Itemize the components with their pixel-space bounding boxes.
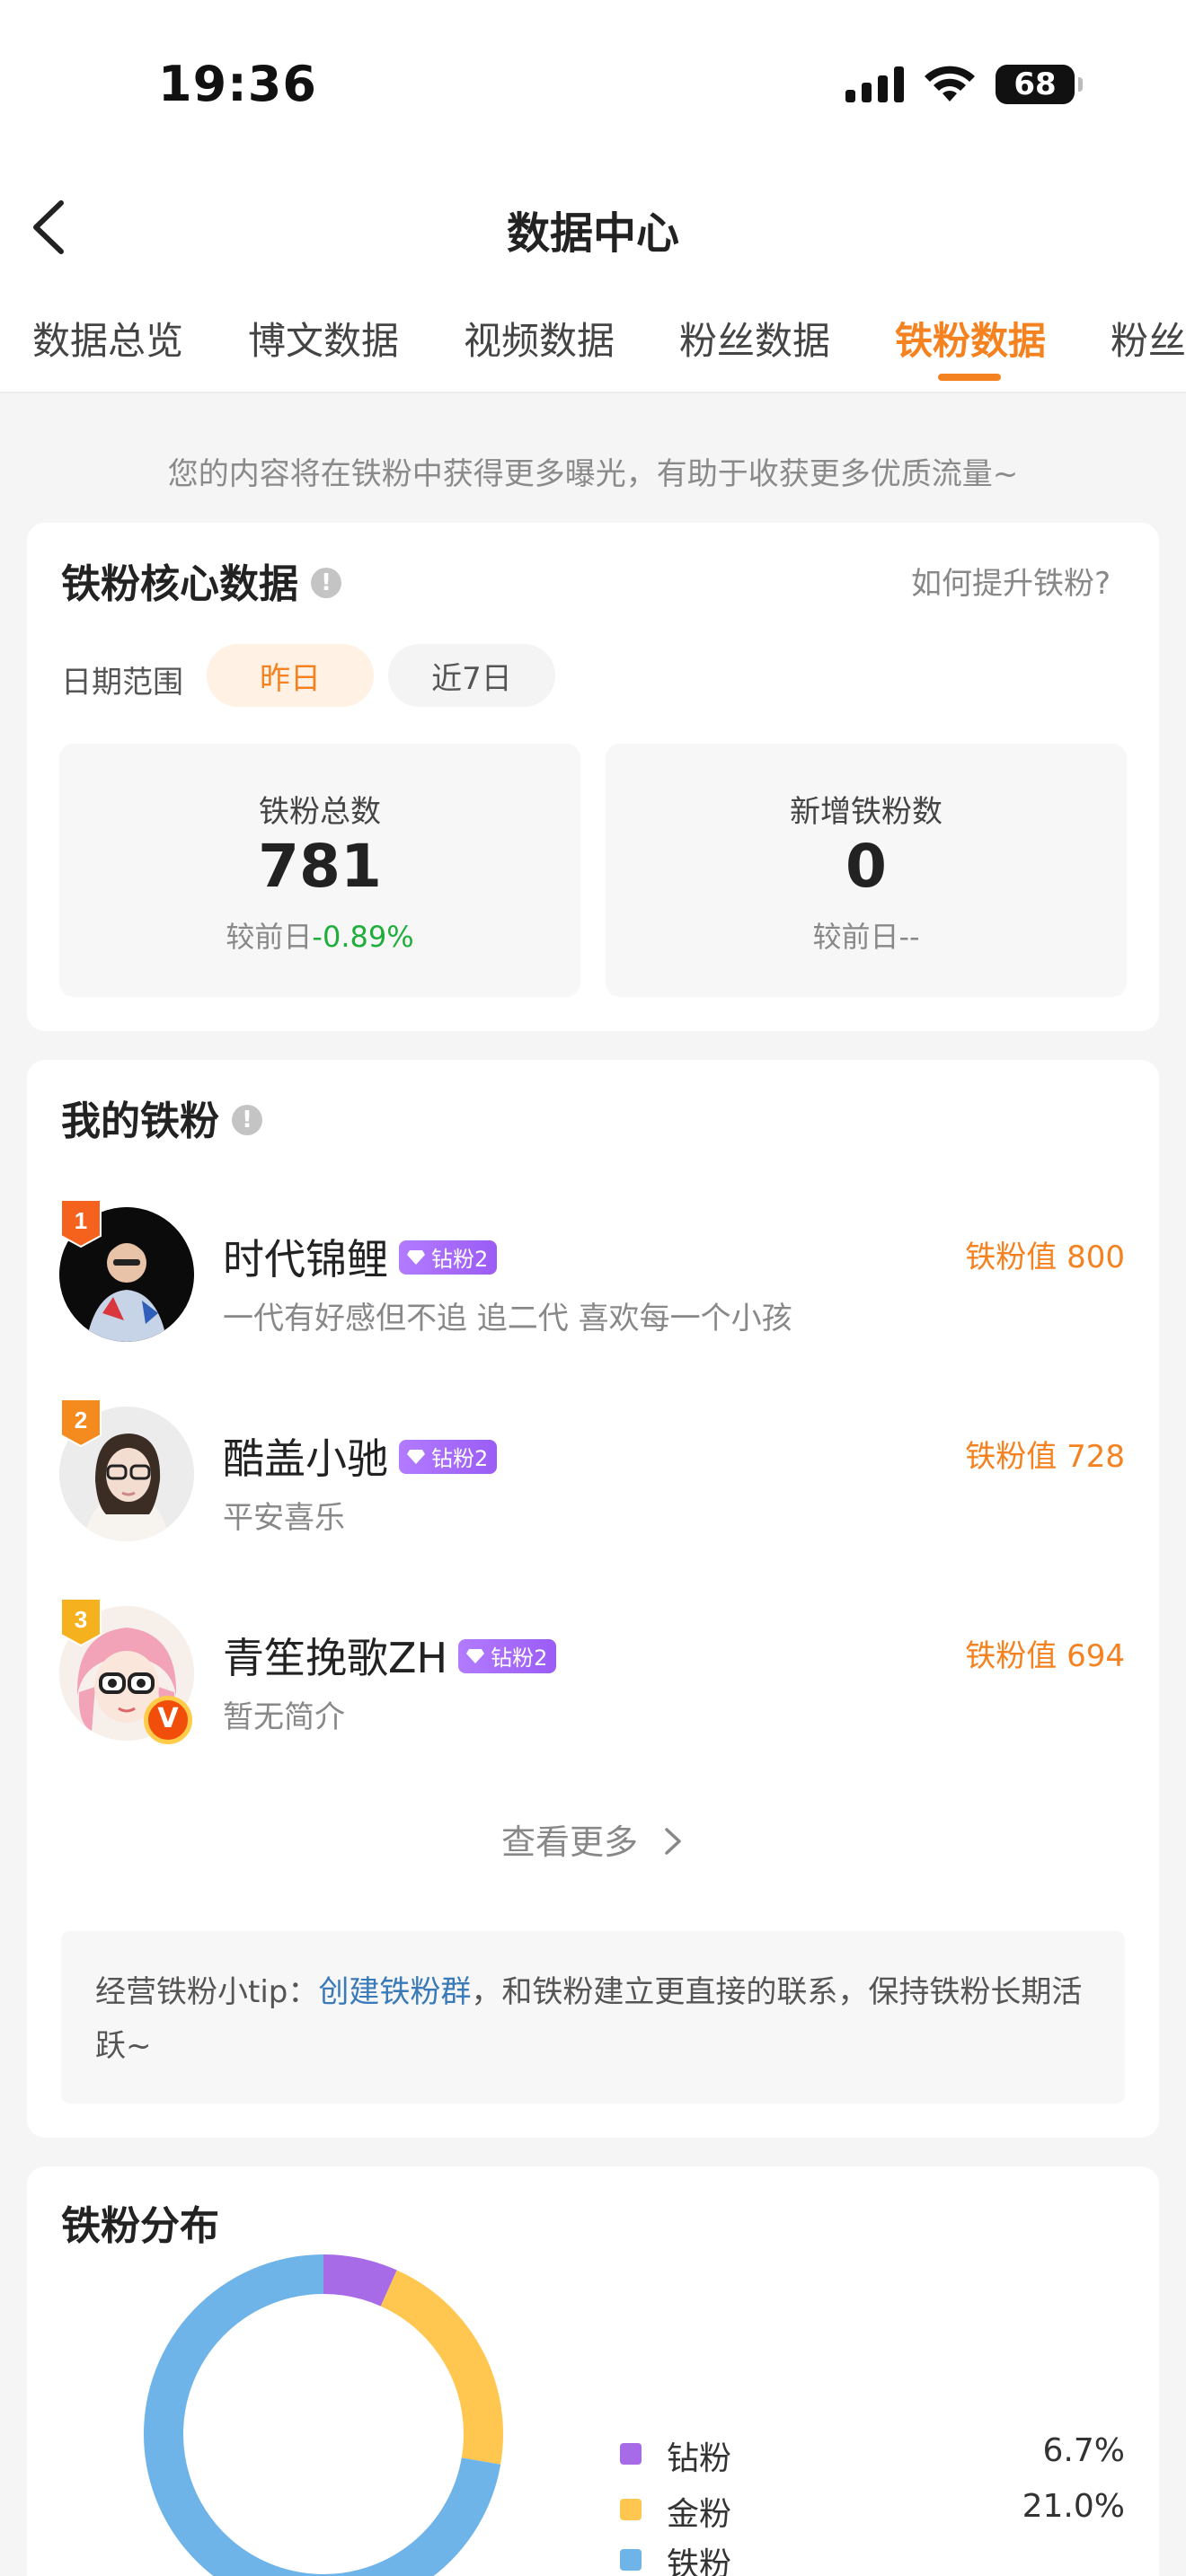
distribution-card: 铁粉分布 钻粉 6.7% 金粉 21.0% 铁粉 <box>27 2166 1159 2576</box>
tab-videos[interactable]: 视频数据 <box>464 311 615 366</box>
tab-iron-fans[interactable]: 铁粉数据 <box>895 311 1046 366</box>
tab-fans-more[interactable]: 粉丝 <box>1111 311 1186 366</box>
fan-name: 酷盖小驰 <box>223 1434 388 1483</box>
legend-item-gold: 金粉 21.0% <box>593 2486 1159 2533</box>
tab-fans[interactable]: 粉丝数据 <box>679 311 830 366</box>
core-data-title-text: 铁粉核心数据 <box>61 561 298 607</box>
status-bar: 19:36 68 <box>0 0 1186 171</box>
fan-score: 铁粉值 800 <box>965 1239 1125 1275</box>
stat-compare-value: -0.89% <box>312 920 414 954</box>
info-icon[interactable]: ! <box>311 568 341 598</box>
view-more-label: 查看更多 <box>500 1822 638 1862</box>
info-icon[interactable]: ! <box>232 1105 262 1135</box>
diamond-level-badge: 钻粉2 <box>458 1638 557 1673</box>
diamond-level-badge: 钻粉2 <box>399 1239 498 1275</box>
list-item[interactable]: 2 酷盖小驰 钻粉2 平安喜乐 铁粉值 728 <box>27 1385 1159 1565</box>
fan-name-row: 酷盖小驰 钻粉2 <box>223 1426 498 1486</box>
rank-number: 2 <box>75 1407 87 1434</box>
badge-label: 钻粉2 <box>431 1446 489 1471</box>
rank-number: 3 <box>75 1606 87 1633</box>
badge-label: 钻粉2 <box>431 1247 489 1272</box>
verified-v-icon: V <box>144 1696 192 1744</box>
active-tab-indicator <box>938 374 1001 381</box>
fan-name-row: 青笙挽歌ZH 钻粉2 <box>223 1626 557 1685</box>
legend-value: 6.7% <box>1042 2432 1125 2469</box>
badge-label: 钻粉2 <box>491 1645 548 1671</box>
tab-overview[interactable]: 数据总览 <box>32 311 183 366</box>
distribution-donut-chart <box>144 2254 503 2576</box>
stat-compare: 较前日-0.89% <box>59 914 580 956</box>
my-fans-card: 我的铁粉! 1 时代锦鲤 钻粉2 一代有好感但不追 追二代 喜欢每一个小孩 铁粉值… <box>27 1060 1159 2138</box>
stat-value: 781 <box>258 832 382 901</box>
legend-swatch <box>620 2499 642 2520</box>
legend-item-diamond: 钻粉 6.7% <box>593 2430 1159 2477</box>
tip-box: 经营铁粉小tip：创建铁粉群，和铁粉建立更直接的联系，保持铁粉长期活跃~ <box>61 1931 1125 2104</box>
legend-value: 21.0% <box>1022 2488 1125 2525</box>
core-data-title: 铁粉核心数据! <box>61 551 341 609</box>
wifi-icon <box>925 66 975 101</box>
stat-label: 铁粉总数 <box>259 794 381 830</box>
my-fans-title: 我的铁粉! <box>61 1089 262 1146</box>
tip-prefix: 经营铁粉小tip： <box>95 1974 319 2010</box>
fan-bio: 一代有好感但不追 追二代 喜欢每一个小孩 <box>223 1301 792 1337</box>
fan-score: 铁粉值 694 <box>965 1638 1125 1674</box>
stat-compare-prefix: 较前日 <box>812 920 899 954</box>
fan-bio: 平安喜乐 <box>223 1500 345 1536</box>
legend-swatch <box>620 2443 642 2465</box>
rank-number: 1 <box>75 1207 87 1234</box>
donut-slice-1 <box>380 2270 503 2465</box>
my-fans-title-text: 我的铁粉 <box>61 1098 219 1144</box>
status-time: 19:36 <box>158 56 317 112</box>
date-option-7days[interactable]: 近7日 <box>388 644 555 707</box>
nav-bar: 数据中心 <box>0 171 1186 287</box>
stat-new-iron-fans: 新增铁粉数 0 较前日-- <box>606 744 1127 997</box>
legend-swatch <box>620 2549 642 2571</box>
battery-icon: 68 <box>996 65 1083 104</box>
fan-name: 青笙挽歌ZH <box>223 1634 448 1682</box>
stat-compare: 较前日-- <box>606 914 1127 956</box>
fan-name: 时代锦鲤 <box>223 1235 388 1284</box>
chevron-right-icon <box>665 1827 681 1855</box>
date-range-label: 日期范围 <box>61 665 183 701</box>
fan-bio: 暂无简介 <box>223 1699 345 1735</box>
status-icons: 68 <box>845 65 1083 104</box>
diamond-icon <box>466 1648 485 1663</box>
legend-label: 钻粉 <box>667 2440 732 2477</box>
page-title: 数据中心 <box>506 208 679 259</box>
how-to-improve-link[interactable]: 如何提升铁粉? <box>911 559 1111 603</box>
list-item[interactable]: 3 V 青笙挽歌ZH 钻粉2 暂无简介 铁粉值 694 <box>27 1584 1159 1764</box>
battery-level: 68 <box>1013 66 1057 102</box>
stat-compare-value: -- <box>898 920 920 954</box>
tab-posts[interactable]: 博文数据 <box>248 311 399 366</box>
stat-compare-prefix: 较前日 <box>226 920 313 954</box>
cellular-signal-icon <box>845 66 904 102</box>
hint-text: 您的内容将在铁粉中获得更多曝光，有助于收获更多优质流量~ <box>167 456 1019 492</box>
donut-slice-0 <box>323 2254 397 2307</box>
diamond-icon <box>407 1249 425 1265</box>
legend-label: 金粉 <box>667 2496 732 2533</box>
legend-label: 铁粉 <box>667 2546 732 2576</box>
list-item[interactable]: 1 时代锦鲤 钻粉2 一代有好感但不追 追二代 喜欢每一个小孩 铁粉值 800 <box>27 1186 1159 1365</box>
diamond-level-badge: 钻粉2 <box>399 1439 498 1474</box>
core-data-card: 铁粉核心数据! 如何提升铁粉? 日期范围 昨日 近7日 铁粉总数 781 较前日… <box>27 523 1159 1031</box>
rank-badge-icon: 2 <box>60 1398 102 1448</box>
fan-name-row: 时代锦鲤 钻粉2 <box>223 1227 498 1286</box>
stat-label: 新增铁粉数 <box>790 794 943 830</box>
diamond-icon <box>407 1449 425 1464</box>
stat-total-iron-fans: 铁粉总数 781 较前日-0.89% <box>59 744 580 997</box>
tab-bar: 数据总览 博文数据 视频数据 粉丝数据 铁粉数据 粉丝 <box>0 287 1186 393</box>
stat-value: 0 <box>845 832 887 901</box>
create-fan-group-link[interactable]: 创建铁粉群 <box>318 1974 471 2010</box>
fan-score: 铁粉值 728 <box>965 1439 1125 1475</box>
view-more-button[interactable]: 查看更多 <box>27 1814 1159 1864</box>
date-option-yesterday[interactable]: 昨日 <box>207 644 374 707</box>
legend-item-iron: 铁粉 <box>593 2536 1159 2576</box>
rank-badge-icon: 1 <box>60 1199 102 1248</box>
rank-badge-icon: 3 <box>60 1598 102 1647</box>
